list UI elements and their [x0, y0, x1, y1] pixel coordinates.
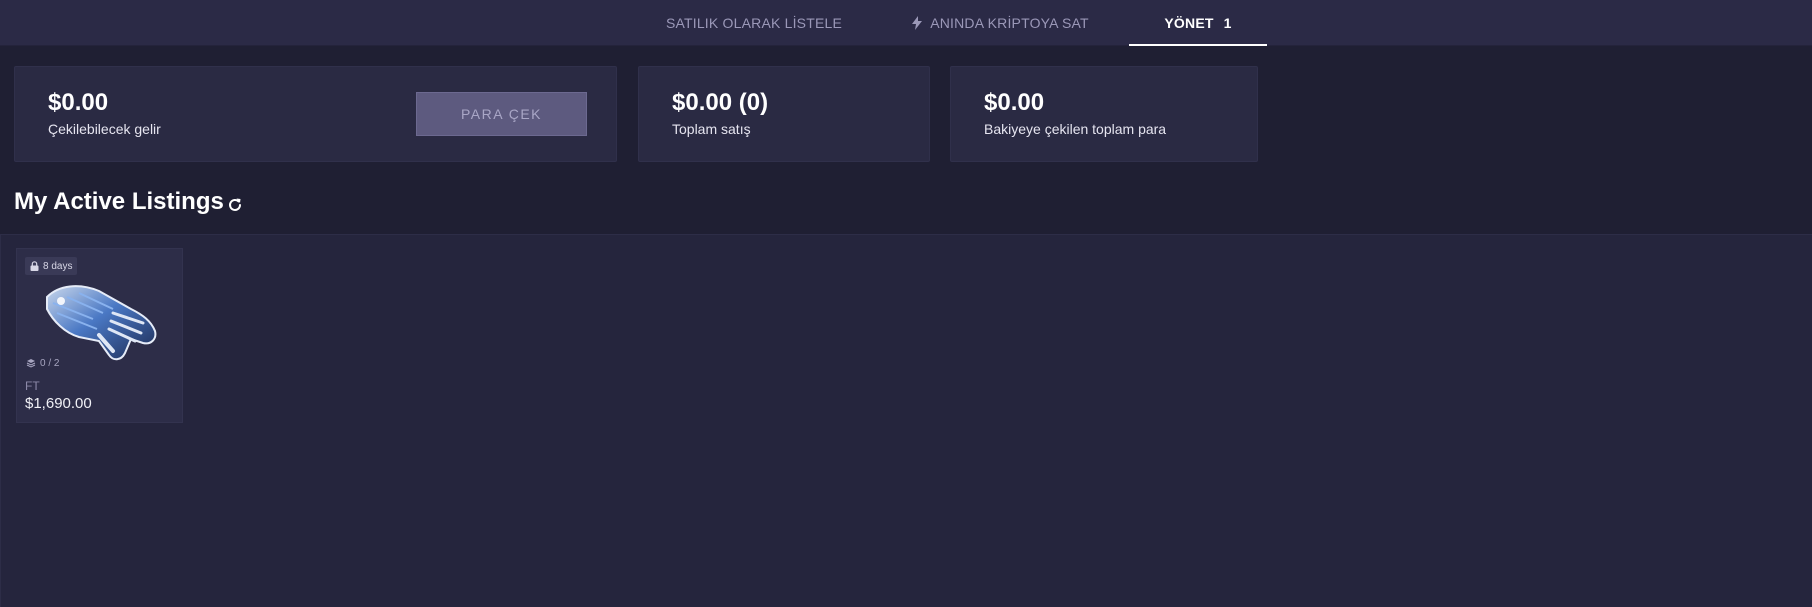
- lightning-icon: [912, 16, 923, 30]
- withdrawable-income-value: $0.00: [48, 89, 109, 116]
- withdrawn-to-balance-label: Bakiyeye çekilen toplam para: [984, 121, 1167, 137]
- tab-instant-crypto-sell[interactable]: ANINDA KRİPTOYA SAT: [900, 0, 1100, 46]
- withdrawn-to-balance-card: $0.00 Bakiyeye çekilen toplam para: [950, 66, 1258, 162]
- lock-icon: [30, 261, 39, 271]
- tab-instant-crypto-sell-label: ANINDA KRİPTOYA SAT: [930, 15, 1089, 31]
- item-wear: FT: [25, 379, 40, 393]
- listings-panel: [0, 234, 1812, 607]
- trade-lock-text: 8 days: [43, 260, 73, 272]
- tab-list-for-sale[interactable]: SATILIK OLARAK LİSTELE: [662, 0, 846, 46]
- active-listings-title: My Active Listings: [14, 188, 224, 215]
- stack-text: 0 / 2: [40, 357, 60, 369]
- tab-manage[interactable]: YÖNET 1: [1129, 0, 1267, 46]
- tab-manage-label: YÖNET: [1164, 15, 1214, 31]
- layers-icon: [26, 359, 36, 368]
- total-sales-card: $0.00 (0) Toplam satış: [638, 66, 930, 162]
- total-sales-value: $0.00 (0): [672, 89, 769, 116]
- withdraw-button[interactable]: PARA ÇEK: [416, 92, 587, 136]
- stack-badge: 0 / 2: [26, 355, 59, 371]
- tab-list-for-sale-label: SATILIK OLARAK LİSTELE: [665, 15, 843, 31]
- trade-lock-badge: 8 days: [25, 257, 78, 275]
- top-tab-bar: SATILIK OLARAK LİSTELE ANINDA KRİPTOYA S…: [0, 0, 1812, 46]
- withdrawn-to-balance-value: $0.00: [984, 89, 1045, 116]
- listing-card[interactable]: 8 days 0 / 2 FT $1,690.00: [16, 248, 183, 423]
- item-price: $1,690.00: [25, 395, 92, 412]
- tab-manage-count: 1: [1223, 15, 1232, 31]
- withdrawable-income-label: Çekilebilecek gelir: [48, 121, 161, 137]
- refresh-icon[interactable]: [226, 196, 244, 214]
- withdrawable-income-card: $0.00 Çekilebilecek gelir PARA ÇEK: [14, 66, 617, 162]
- total-sales-label: Toplam satış: [672, 121, 751, 137]
